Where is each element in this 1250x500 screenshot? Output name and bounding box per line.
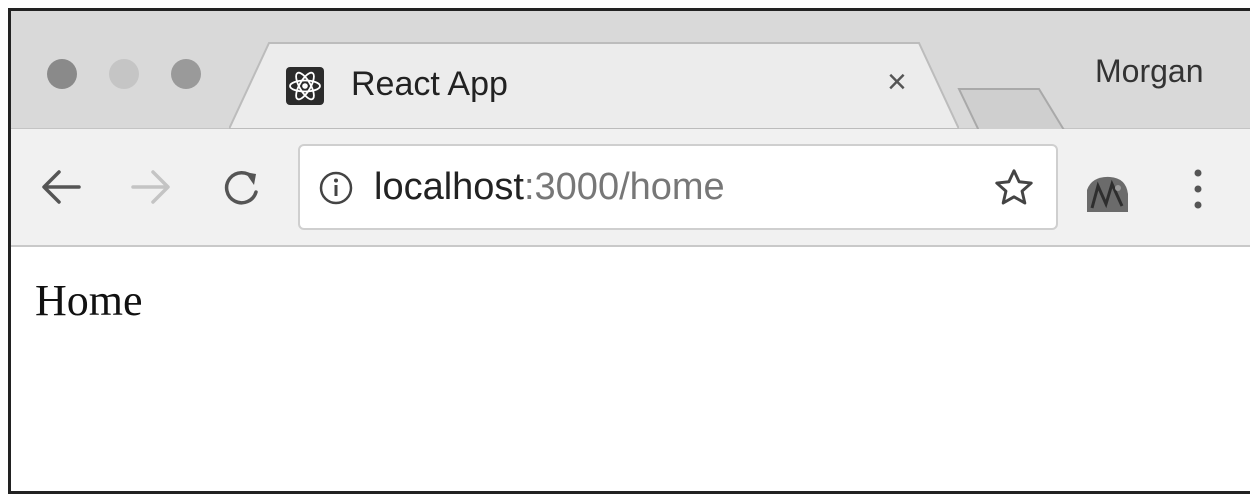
address-text[interactable]: localhost:3000/home (374, 166, 725, 209)
info-icon[interactable] (318, 170, 354, 206)
react-logo-icon (286, 67, 324, 105)
page-content: Home (11, 247, 1250, 491)
tab-title: React App (351, 65, 508, 103)
close-window-button[interactable] (47, 59, 77, 89)
active-tab[interactable] (229, 41, 959, 129)
reload-icon[interactable] (219, 167, 263, 209)
address-host: localhost (374, 166, 524, 208)
minimize-window-button[interactable] (109, 59, 139, 89)
tab-strip: React App × Morgan (11, 11, 1250, 136)
back-arrow-icon[interactable] (39, 167, 83, 207)
maximize-window-button[interactable] (171, 59, 201, 89)
tab-close-button[interactable]: × (887, 65, 907, 99)
vertical-dots-icon[interactable] (1191, 167, 1205, 211)
page-heading: Home (35, 276, 143, 325)
address-bar[interactable]: localhost:3000/home (298, 144, 1058, 230)
browser-window: React App × Morgan localhost:3000/home H… (8, 8, 1250, 494)
extension-icon[interactable] (1084, 174, 1130, 214)
profile-name[interactable]: Morgan (1095, 53, 1204, 90)
address-path: :3000/home (523, 166, 725, 208)
forward-arrow-icon[interactable] (129, 167, 173, 207)
browser-toolbar: localhost:3000/home (11, 129, 1250, 247)
star-icon[interactable] (992, 166, 1036, 210)
